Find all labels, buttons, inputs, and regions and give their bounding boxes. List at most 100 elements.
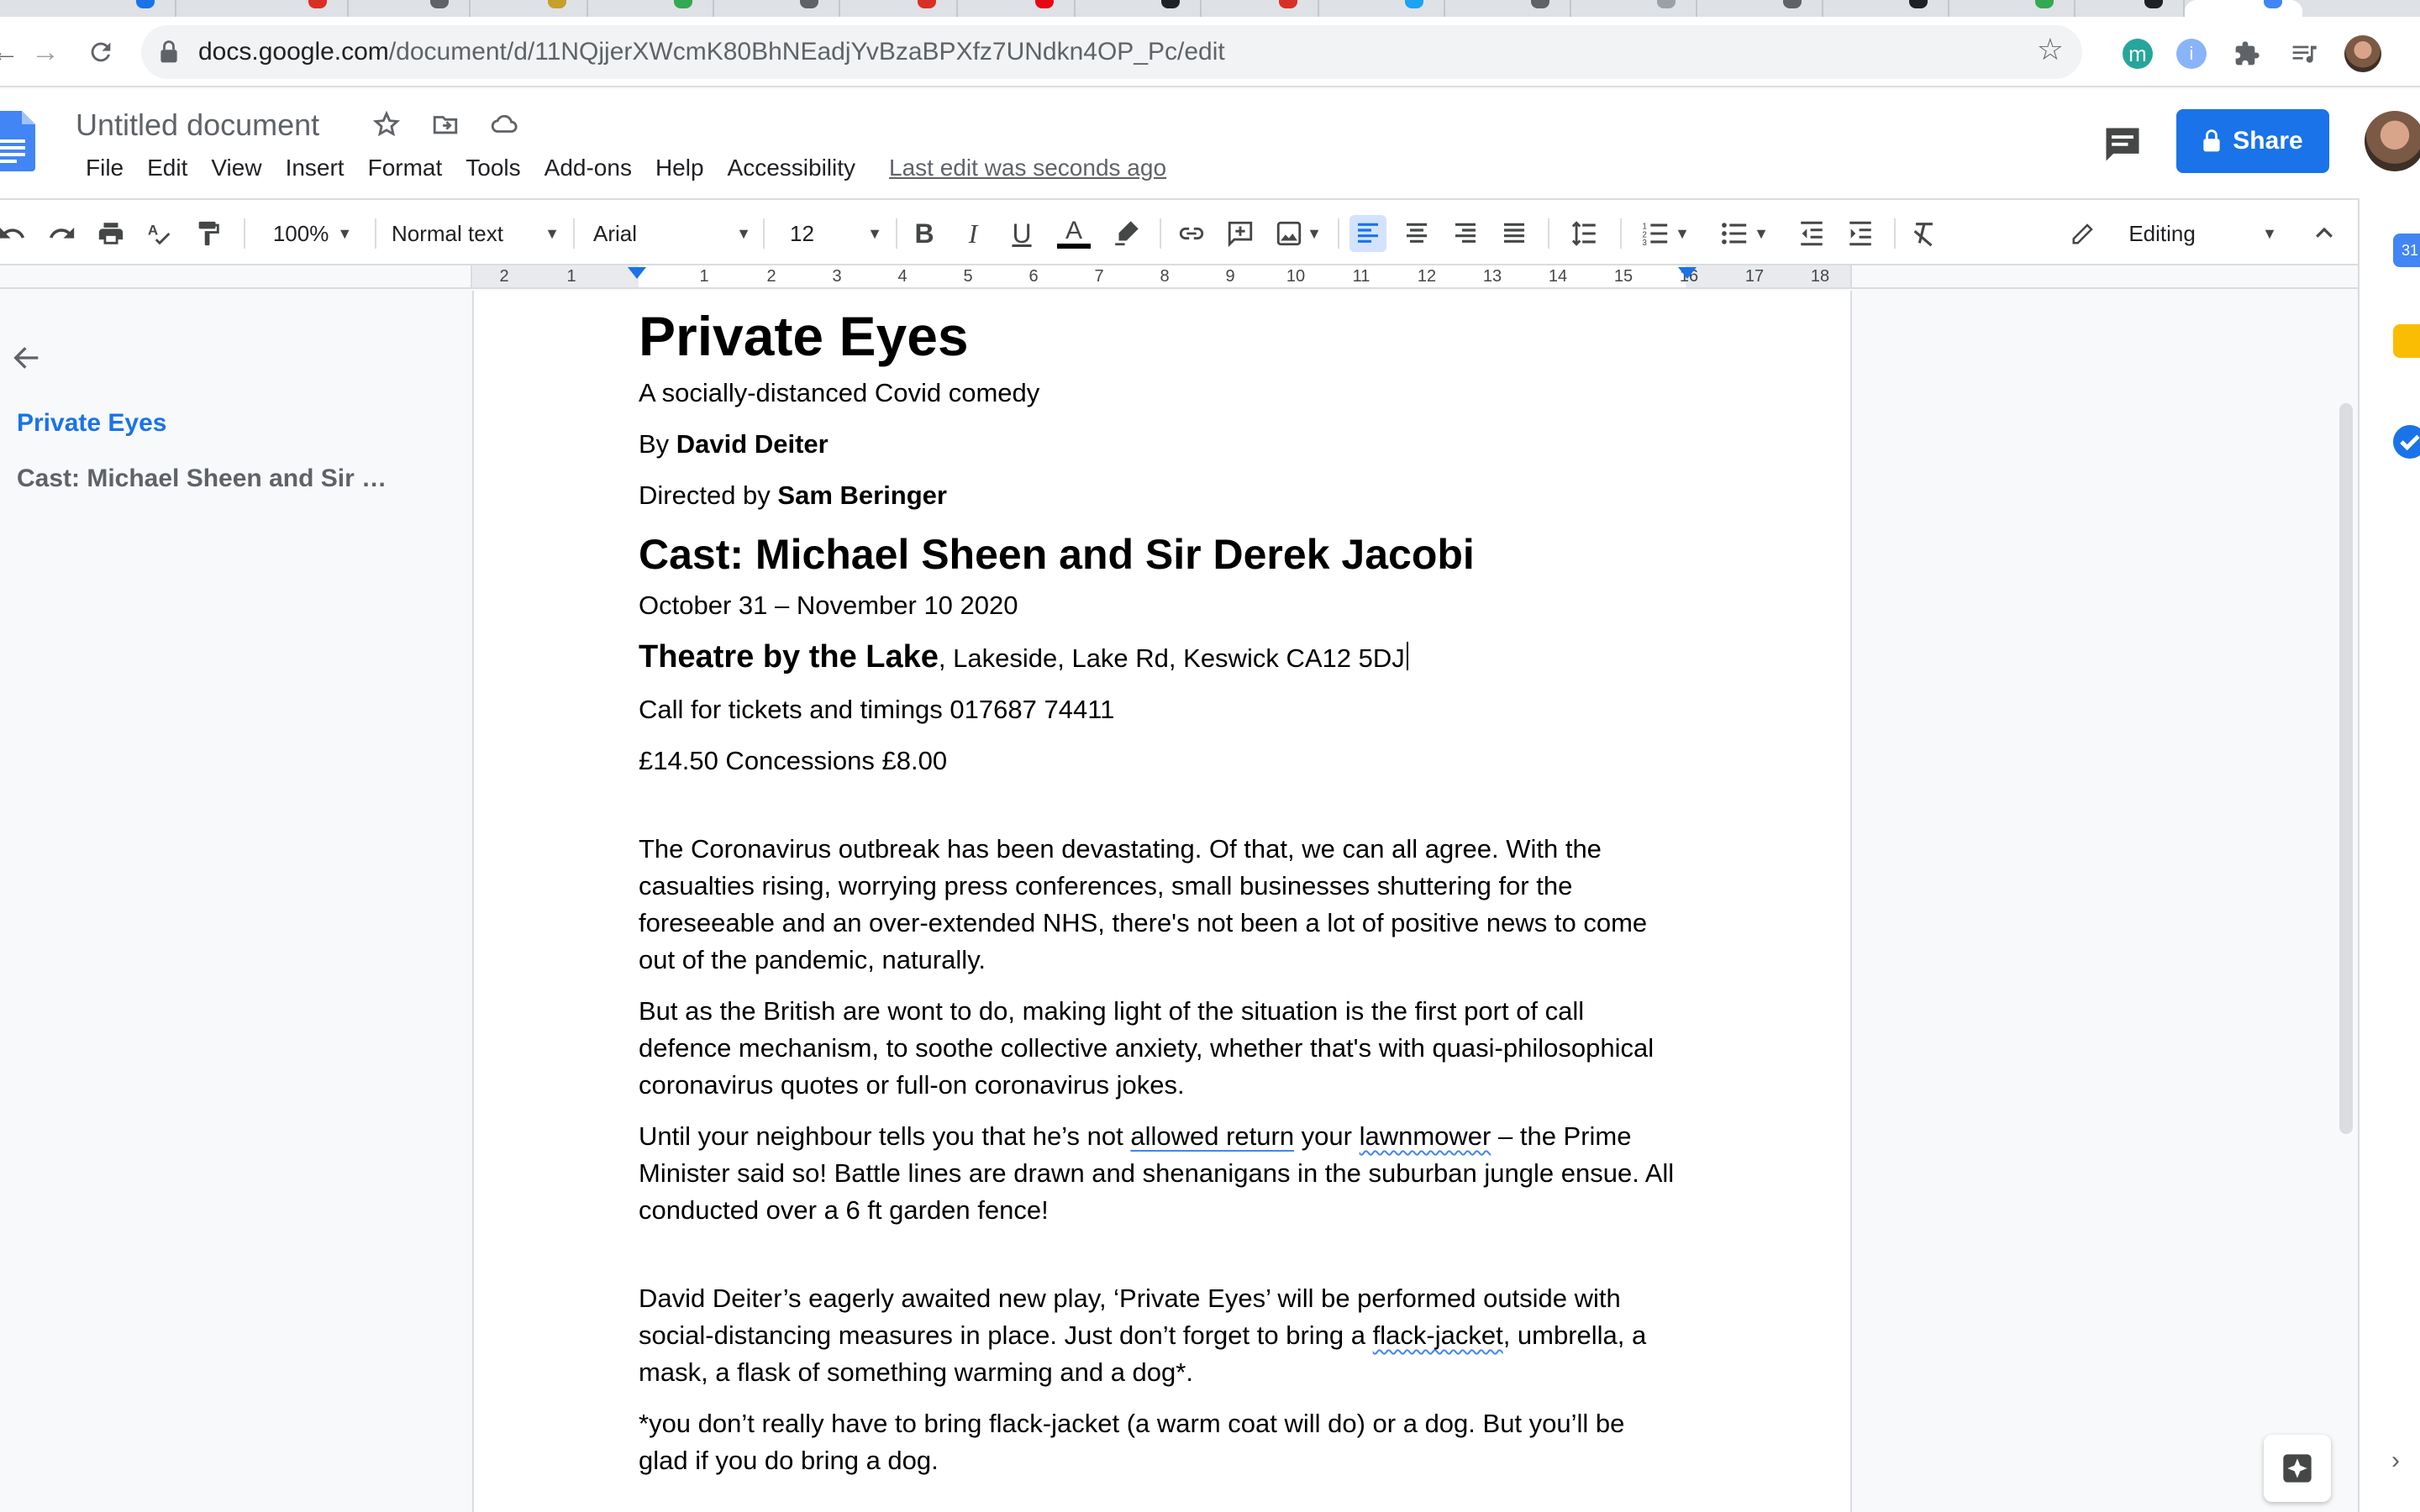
star-icon[interactable] [370, 108, 403, 141]
print-icon[interactable] [92, 215, 129, 252]
browser-tab[interactable] [176, 0, 349, 17]
share-button[interactable]: Share [2176, 109, 2329, 173]
move-folder-icon[interactable] [429, 108, 462, 141]
highlight-color-icon[interactable] [1107, 215, 1144, 252]
numbered-list-button[interactable]: 1 2 3 ▼ [1632, 215, 1699, 252]
lock-icon [160, 40, 178, 68]
browser-tab[interactable] [1949, 0, 2075, 17]
forward-icon[interactable]: → [29, 35, 62, 69]
calendar-icon[interactable]: 31 [2393, 234, 2420, 267]
insert-link-icon[interactable] [1173, 215, 1210, 252]
comments-icon[interactable] [2101, 123, 2144, 166]
menu-tools[interactable]: Tools [454, 151, 532, 185]
document-title-input[interactable]: Untitled document [76, 104, 319, 146]
explore-star-icon [2283, 1454, 2312, 1483]
menu-view[interactable]: View [199, 151, 273, 185]
director-name: Sam Beringer [777, 480, 947, 510]
browser-tab[interactable] [2075, 0, 2185, 17]
browser-tab[interactable] [958, 0, 1076, 17]
google-docs-logo-icon[interactable] [0, 111, 35, 171]
menu-format[interactable]: Format [356, 151, 455, 185]
spellcheck-icon[interactable]: A [141, 215, 178, 252]
menu-add-ons[interactable]: Add-ons [533, 151, 644, 185]
caret-down-icon: ▼ [736, 224, 751, 242]
info-extension-icon[interactable]: i [2176, 39, 2207, 69]
align-center-icon[interactable] [1398, 215, 1435, 252]
bold-icon[interactable]: B [906, 215, 943, 252]
underline-icon[interactable]: U [1003, 215, 1040, 252]
browser-tab-active[interactable] [2185, 0, 2302, 17]
bookmark-star-icon[interactable]: ☆ [2037, 32, 2064, 67]
insert-image-button[interactable]: ▼ [1270, 215, 1326, 252]
browser-tab[interactable] [1202, 0, 1319, 17]
right-indent-marker[interactable] [1678, 267, 1697, 279]
tasks-icon[interactable] [2393, 425, 2420, 459]
browser-tab[interactable] [1823, 0, 1949, 17]
browser-tab[interactable] [0, 0, 176, 17]
url-text: docs.google.com/document/d/11NQjjerXWcmK… [198, 38, 1225, 66]
browser-tab[interactable] [1445, 0, 1571, 17]
extension-m-icon[interactable]: m [2123, 39, 2153, 69]
horizontal-ruler[interactable]: 2 1 1 2 3 4 5 6 7 8 9 10 11 12 13 14 15 … [471, 265, 1852, 287]
spelling-suggestion[interactable]: lawnmower [1360, 1121, 1491, 1151]
browser-tab[interactable] [1319, 0, 1445, 17]
puzzle-extensions-icon[interactable] [2232, 39, 2262, 69]
close-outline-arrow-left-icon[interactable] [10, 341, 44, 375]
line-spacing-icon[interactable] [1566, 215, 1603, 252]
last-edit-link[interactable]: Last edit was seconds ago [889, 151, 1166, 185]
tab-favicon-icon [308, 0, 327, 8]
increase-indent-icon[interactable] [1842, 215, 1879, 252]
font-family-select[interactable]: Arial ▼ [593, 215, 751, 252]
align-right-icon[interactable] [1447, 215, 1484, 252]
clear-formatting-icon[interactable] [1906, 215, 1943, 252]
keep-icon[interactable] [2393, 324, 2420, 358]
vertical-scrollbar[interactable] [2334, 291, 2358, 1512]
cloud-saved-icon[interactable] [487, 108, 521, 141]
menu-edit[interactable]: Edit [135, 151, 199, 185]
paragraph-style-select[interactable]: Normal text ▼ [392, 215, 560, 252]
browser-tab[interactable] [349, 0, 471, 17]
back-icon[interactable]: ← [0, 35, 22, 69]
align-left-icon[interactable] [1349, 215, 1386, 252]
redo-icon[interactable] [44, 215, 81, 252]
browser-tab[interactable] [714, 0, 840, 17]
undo-icon[interactable] [0, 215, 30, 252]
document-body[interactable]: Private Eyes A socially-distanced Covid … [639, 302, 1681, 1494]
browser-tab[interactable] [1571, 0, 1697, 17]
font-size-select[interactable]: 12 ▼ [790, 215, 882, 252]
browser-tab[interactable] [1697, 0, 1823, 17]
account-avatar[interactable] [2365, 111, 2420, 171]
menu-file[interactable]: File [74, 151, 135, 185]
browser-tab[interactable] [840, 0, 958, 17]
address-bar[interactable]: docs.google.com/document/d/11NQjjerXWcmK… [141, 25, 2082, 79]
outline-item-private-eyes[interactable]: Private Eyes [17, 407, 166, 440]
spelling-suggestion[interactable]: flack-jacket [1373, 1320, 1503, 1350]
show-side-panel-chevron-icon[interactable]: › [2391, 1446, 2400, 1475]
grammar-suggestion[interactable]: allowed return [1130, 1121, 1294, 1151]
reload-icon[interactable] [84, 35, 118, 69]
profile-avatar[interactable] [2344, 35, 2381, 72]
hide-menus-chevron-up-icon[interactable] [2306, 215, 2343, 252]
italic-icon[interactable]: I [955, 215, 992, 252]
justify-icon[interactable] [1496, 215, 1533, 252]
decrease-indent-icon[interactable] [1793, 215, 1830, 252]
paint-format-icon[interactable] [190, 215, 227, 252]
zoom-select[interactable]: 100% ▼ [262, 215, 363, 252]
document-page[interactable]: Private Eyes A socially-distanced Covid … [472, 291, 1852, 1512]
text-color-icon[interactable]: A [1055, 215, 1092, 252]
browser-tab[interactable] [588, 0, 714, 17]
menu-insert[interactable]: Insert [274, 151, 356, 185]
left-indent-marker[interactable] [628, 267, 646, 279]
menu-help[interactable]: Help [644, 151, 716, 185]
scrollbar-thumb[interactable] [2339, 403, 2353, 1134]
explore-button[interactable] [2264, 1435, 2331, 1502]
toolbar-separator [896, 218, 897, 249]
menu-accessibility[interactable]: Accessibility [716, 151, 867, 185]
media-queue-icon[interactable] [2289, 39, 2319, 69]
outline-item-cast[interactable]: Cast: Michael Sheen and Sir … [17, 462, 387, 496]
editing-mode-select[interactable]: Editing ▼ [2070, 215, 2277, 252]
browser-tab[interactable] [471, 0, 588, 17]
add-comment-icon[interactable] [1222, 215, 1259, 252]
browser-tab[interactable] [1076, 0, 1202, 17]
bulleted-list-button[interactable]: ▼ [1711, 215, 1778, 252]
